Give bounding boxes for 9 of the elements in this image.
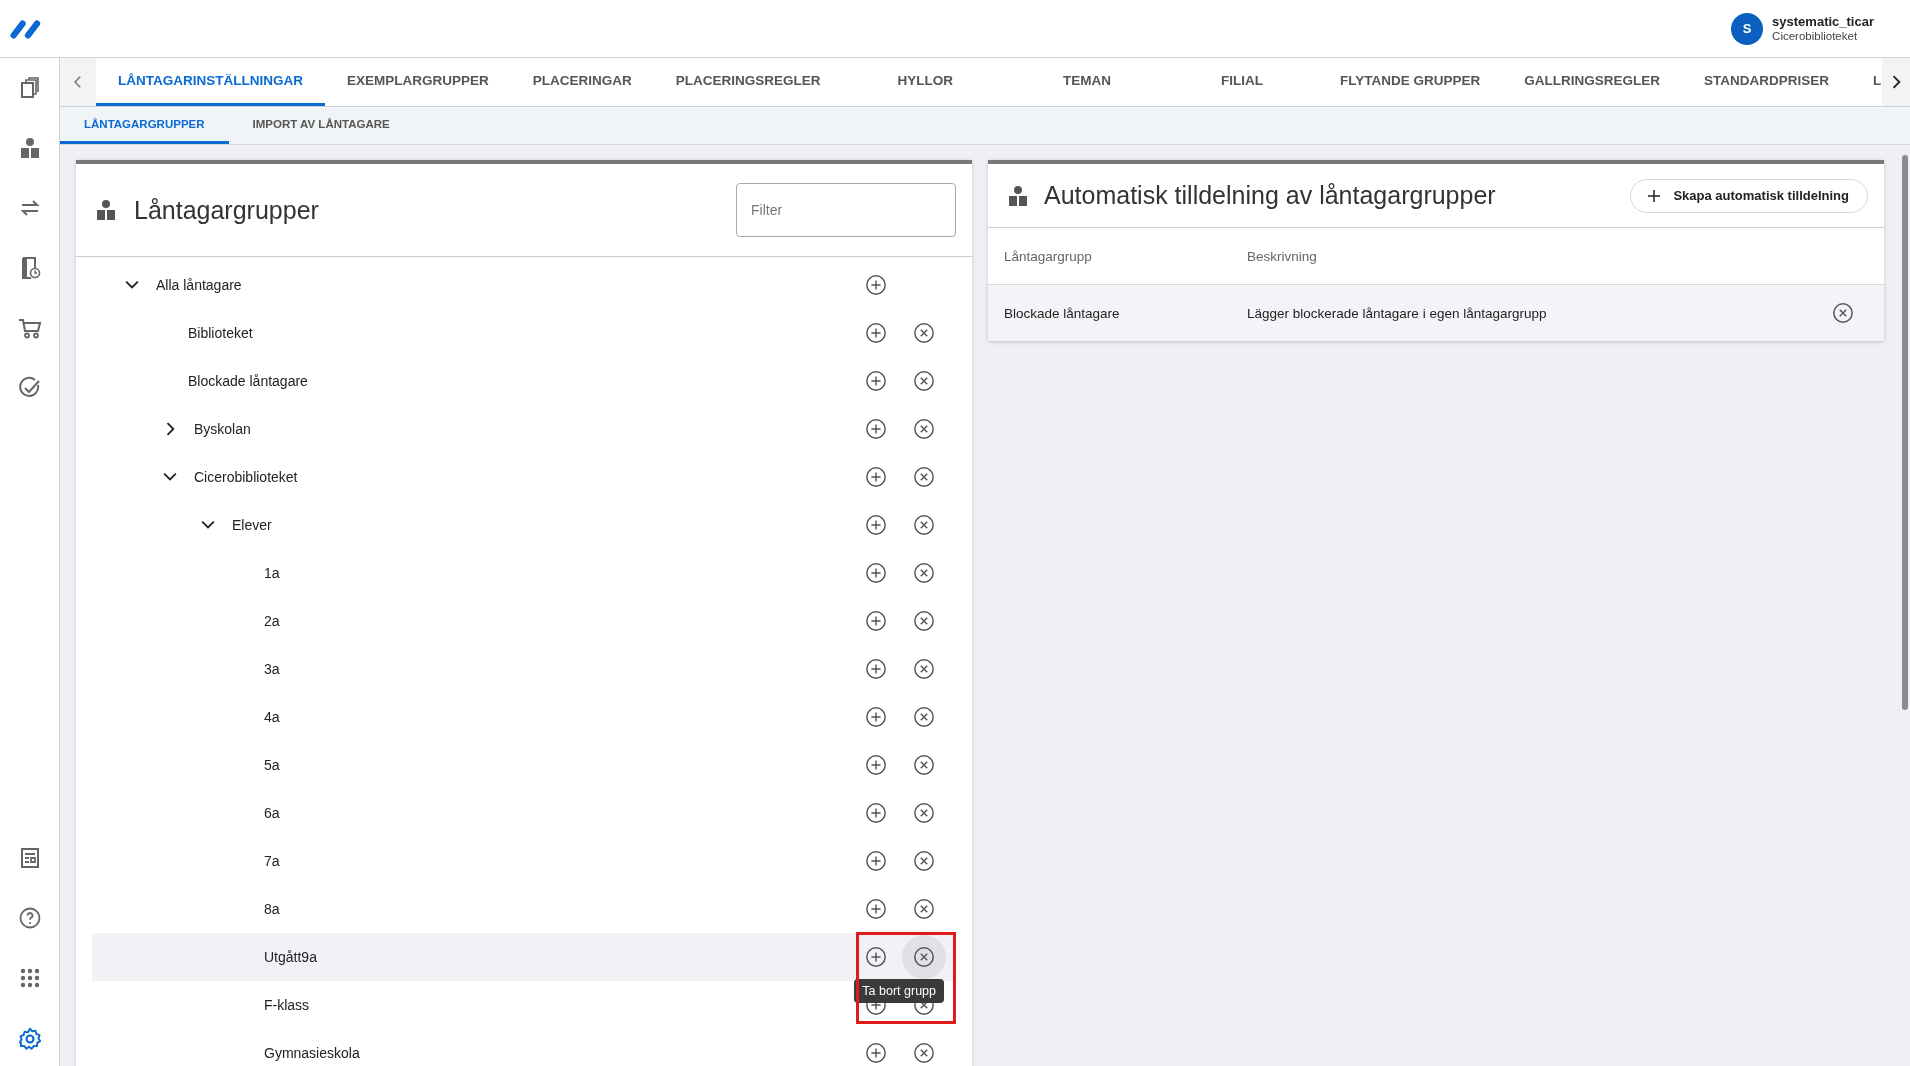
- tooltip: Ta bort grupp: [854, 979, 944, 1003]
- column-header: Beskrivning: [1247, 248, 1318, 264]
- panel-title: Låntagargrupper: [134, 195, 320, 225]
- user-name: systematic_ticar: [1772, 13, 1874, 29]
- panel-title: Automatisk tilldelning av låntagargrupper: [1044, 181, 1497, 210]
- table-cell-text: Blockade låntagare: [1004, 305, 1121, 321]
- table-cell-text: Lägger blockerade låntagare i egen låntagargrupp: [1247, 305, 1548, 321]
- column-header: Låntagargrupp: [1004, 248, 1093, 264]
- user-branch: Cicerobiblioteket: [1772, 29, 1859, 44]
